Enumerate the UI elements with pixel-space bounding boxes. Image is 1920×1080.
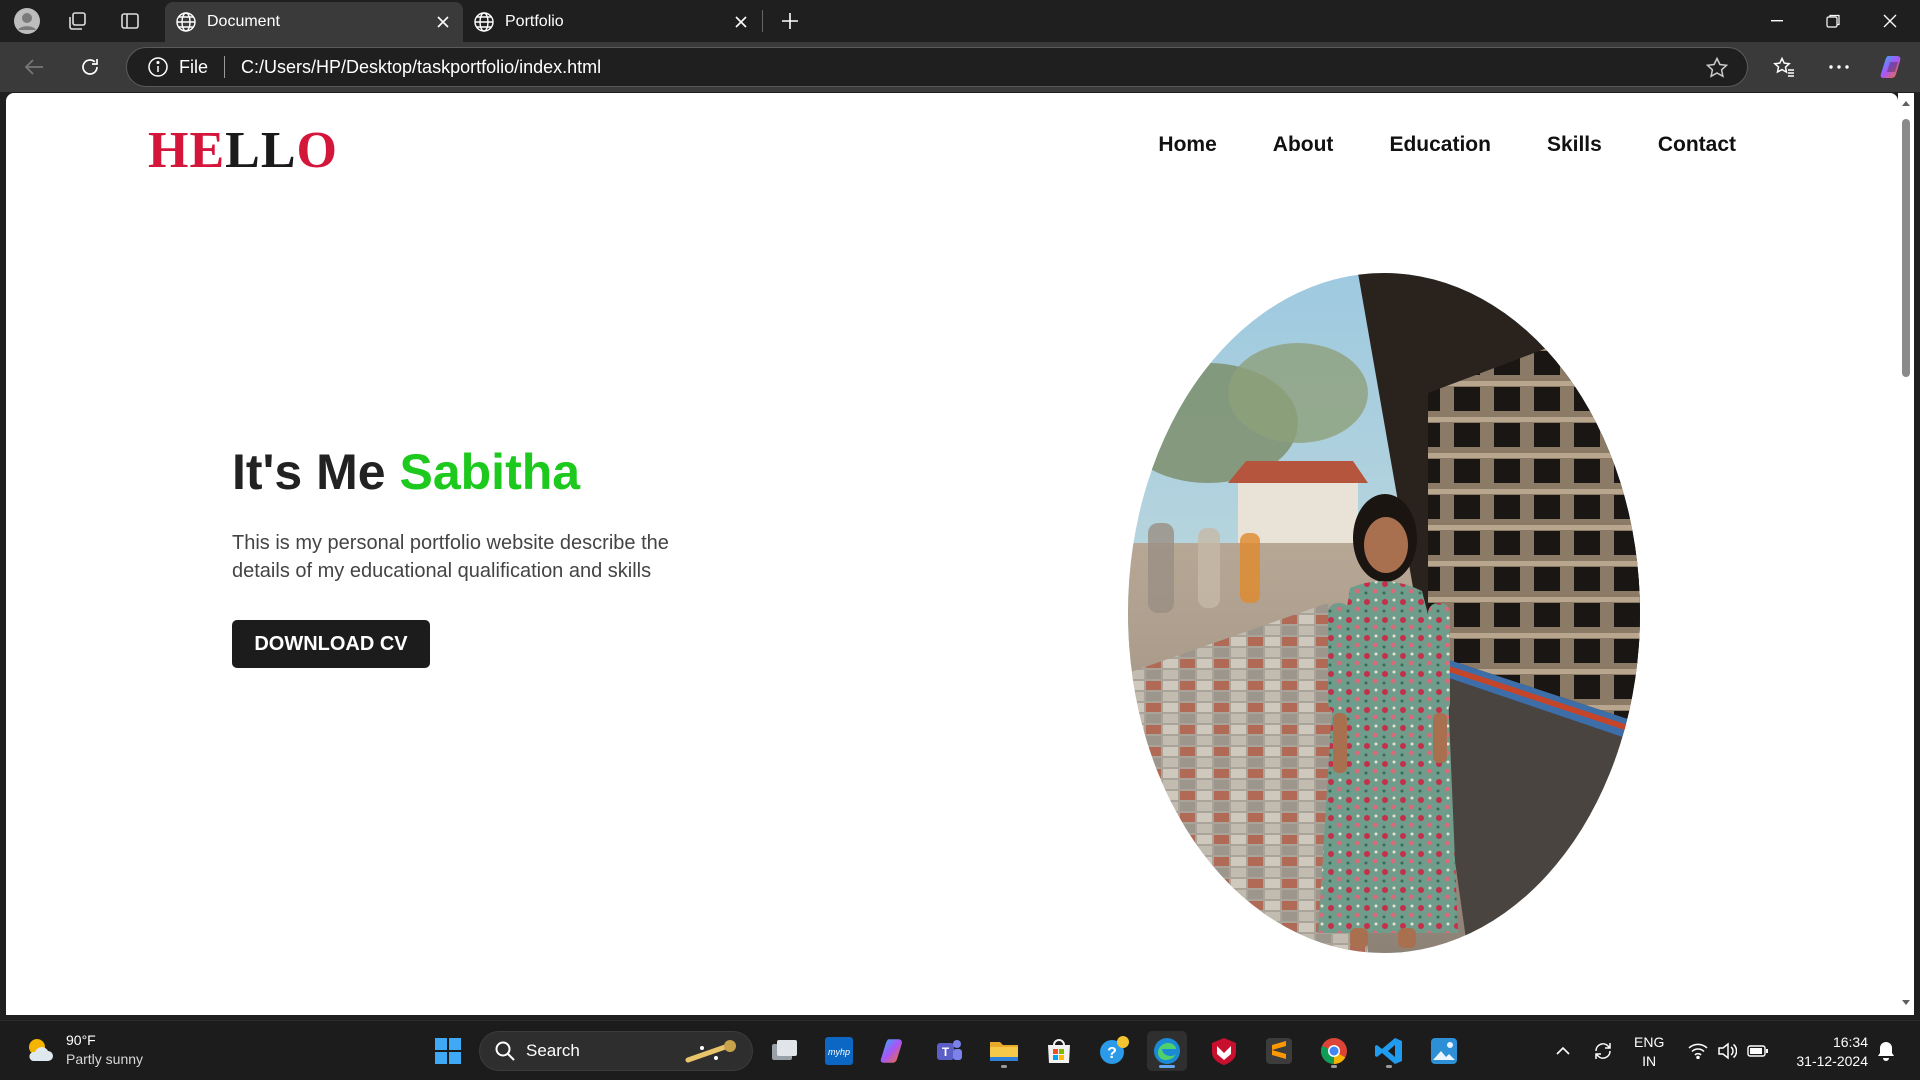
get-help-icon[interactable]: ? bbox=[1094, 1031, 1134, 1071]
logo-part-o: O bbox=[296, 122, 338, 179]
scheme-label: File bbox=[179, 56, 209, 77]
language-indicator[interactable]: ENG IN bbox=[1634, 1033, 1664, 1071]
battery-icon[interactable] bbox=[1743, 1021, 1773, 1080]
copilot-icon[interactable] bbox=[1877, 51, 1909, 83]
weather-temp: 90°F bbox=[66, 1032, 96, 1048]
main-nav: Home About Education Skills Contact bbox=[1158, 133, 1736, 157]
svg-text:?: ? bbox=[1107, 1045, 1117, 1062]
tab-title: Portfolio bbox=[505, 13, 564, 30]
browser-toolbar: File C:/Users/HP/Desktop/taskportfolio/i… bbox=[0, 42, 1920, 92]
start-icon[interactable] bbox=[428, 1031, 468, 1071]
info-icon[interactable] bbox=[147, 56, 169, 78]
weather-condition: Partly sunny bbox=[66, 1051, 144, 1067]
profile-icon[interactable] bbox=[12, 6, 42, 36]
favorite-star-icon[interactable] bbox=[1705, 56, 1729, 80]
tab-close-icon[interactable] bbox=[727, 8, 755, 36]
more-icon[interactable] bbox=[1823, 51, 1855, 83]
sync-icon[interactable] bbox=[1588, 1021, 1618, 1080]
system-clock[interactable]: 16:34 31-12-2024 bbox=[1796, 1033, 1868, 1071]
running-indicator bbox=[1001, 1065, 1007, 1068]
hero-title: It's Me Sabitha bbox=[232, 443, 580, 501]
search-icon bbox=[495, 1041, 515, 1061]
myhp-icon[interactable]: myhp bbox=[819, 1031, 859, 1071]
logo-part-he: HE bbox=[148, 122, 226, 179]
browser-title-bar: Document Portfolio bbox=[0, 0, 1920, 42]
task-view-icon[interactable] bbox=[764, 1031, 804, 1071]
back-icon[interactable] bbox=[18, 51, 50, 83]
search-highlight-icon bbox=[685, 1040, 736, 1063]
wifi-icon[interactable] bbox=[1684, 1021, 1712, 1080]
active-indicator bbox=[1159, 1065, 1175, 1068]
taskbar-search[interactable]: Search bbox=[479, 1031, 753, 1071]
sublime-text-icon[interactable] bbox=[1259, 1031, 1299, 1071]
clock-date: 31-12-2024 bbox=[1796, 1053, 1868, 1069]
svg-text:myhp: myhp bbox=[828, 1047, 850, 1057]
hero-title-name: Sabitha bbox=[399, 444, 581, 500]
hero-title-prefix: It's Me bbox=[232, 444, 400, 500]
partly-sunny-icon bbox=[29, 1039, 53, 1061]
nav-education[interactable]: Education bbox=[1389, 133, 1491, 157]
address-separator bbox=[224, 56, 226, 78]
clock-time: 16:34 bbox=[1832, 1034, 1868, 1050]
url-text[interactable]: C:/Users/HP/Desktop/taskportfolio/index.… bbox=[241, 57, 601, 78]
chrome-icon[interactable] bbox=[1314, 1031, 1354, 1071]
tab-title: Document bbox=[207, 13, 280, 30]
language-code: ENG bbox=[1634, 1034, 1665, 1050]
new-tab-icon[interactable] bbox=[775, 6, 805, 36]
nav-skills[interactable]: Skills bbox=[1547, 133, 1602, 157]
address-bar[interactable]: File C:/Users/HP/Desktop/taskportfolio/i… bbox=[126, 47, 1748, 87]
vscode-icon[interactable] bbox=[1369, 1031, 1409, 1071]
search-placeholder: Search bbox=[526, 1041, 580, 1060]
notification-bell-icon[interactable] bbox=[1874, 1021, 1898, 1080]
page-scrollbar[interactable] bbox=[1898, 93, 1914, 1015]
weather-widget[interactable]: 90°F Partly sunny bbox=[24, 1031, 143, 1069]
hero-description: This is my personal portfolio website de… bbox=[232, 532, 669, 582]
nav-about[interactable]: About bbox=[1273, 133, 1334, 157]
restore-icon[interactable] bbox=[1805, 0, 1861, 42]
scroll-up-icon[interactable] bbox=[1901, 99, 1911, 109]
close-icon[interactable] bbox=[1862, 0, 1918, 42]
running-indicator bbox=[1331, 1065, 1337, 1068]
file-explorer-icon[interactable] bbox=[984, 1031, 1024, 1071]
tab-actions-icon[interactable] bbox=[115, 6, 145, 36]
edge-icon[interactable] bbox=[1147, 1031, 1187, 1071]
favorites-icon[interactable] bbox=[1768, 51, 1800, 83]
mcafee-icon[interactable] bbox=[1204, 1031, 1244, 1071]
running-indicator bbox=[1386, 1065, 1392, 1068]
taskbar: 90°F Partly sunny Search myhp T ? ENG IN… bbox=[0, 1020, 1920, 1080]
language-region: IN bbox=[1642, 1053, 1657, 1069]
scroll-thumb[interactable] bbox=[1902, 119, 1910, 377]
minimize-icon[interactable] bbox=[1749, 0, 1805, 42]
scroll-down-icon[interactable] bbox=[1901, 997, 1911, 1007]
tab-portfolio[interactable]: Portfolio bbox=[463, 2, 761, 42]
show-hidden-icons-icon[interactable] bbox=[1550, 1021, 1576, 1080]
tab-divider bbox=[762, 10, 763, 32]
download-cv-button[interactable]: DOWNLOAD CV bbox=[232, 620, 430, 668]
nav-contact[interactable]: Contact bbox=[1658, 133, 1736, 157]
workspaces-icon[interactable] bbox=[62, 6, 92, 36]
logo-part-ll: LL bbox=[225, 122, 297, 179]
globe-icon bbox=[474, 12, 494, 32]
site-logo[interactable]: HELLO bbox=[148, 121, 338, 180]
teams-icon[interactable]: T bbox=[929, 1031, 969, 1071]
copilot-app-icon[interactable] bbox=[874, 1031, 914, 1071]
svg-text:T: T bbox=[942, 1045, 950, 1059]
volume-icon[interactable] bbox=[1713, 1021, 1741, 1080]
tab-document[interactable]: Document bbox=[165, 2, 463, 42]
photos-icon[interactable] bbox=[1424, 1031, 1464, 1071]
nav-home[interactable]: Home bbox=[1158, 133, 1216, 157]
tab-close-icon[interactable] bbox=[429, 8, 457, 36]
page-viewport: HELLO Home About Education Skills Contac… bbox=[6, 93, 1898, 1015]
profile-photo bbox=[1128, 273, 1640, 953]
globe-icon bbox=[176, 12, 196, 32]
store-icon[interactable] bbox=[1039, 1031, 1079, 1071]
refresh-icon[interactable] bbox=[74, 51, 106, 83]
